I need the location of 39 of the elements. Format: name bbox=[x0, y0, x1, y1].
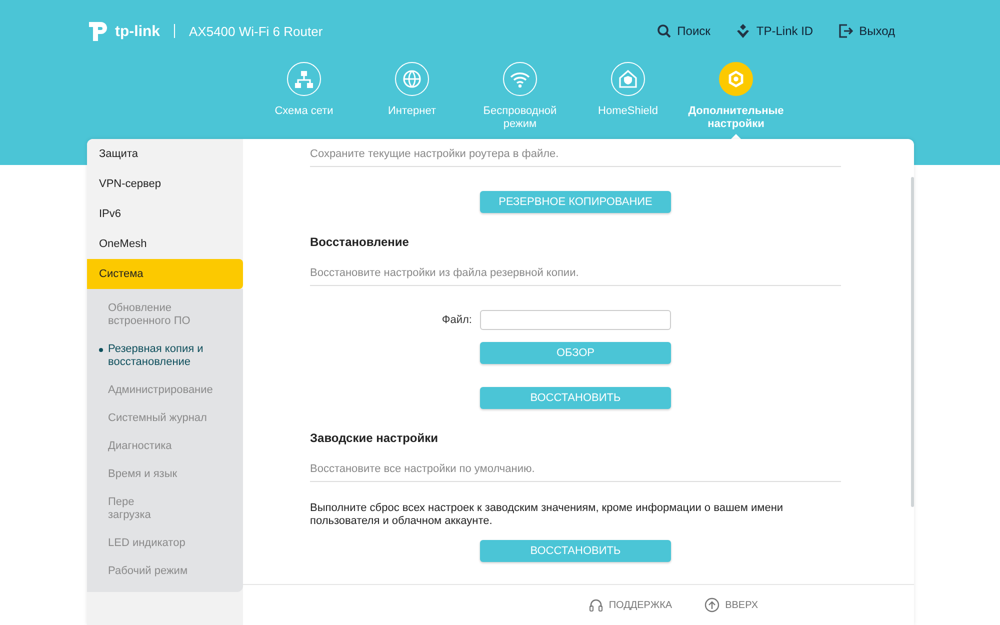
submenu-item[interactable]: Резервная копия и восстановление bbox=[87, 336, 243, 377]
action-button[interactable]: РЕЗЕРВНОЕ КОПИРОВАНИЕ bbox=[480, 191, 671, 213]
file-field[interactable] bbox=[480, 310, 671, 330]
section-title: Восстановление bbox=[310, 235, 410, 249]
header-link[interactable]: Выход bbox=[839, 24, 895, 38]
header-link[interactable]: TP-Link ID bbox=[736, 24, 814, 38]
logo-icon bbox=[87, 20, 109, 42]
section-description: Сохраните текущие настройки роутера в файле. bbox=[310, 148, 841, 167]
submenu-item[interactable]: Обновление встроенного ПО bbox=[87, 295, 243, 336]
submenu-item[interactable]: Диагностика bbox=[87, 433, 243, 461]
scrollbar[interactable] bbox=[911, 177, 914, 507]
sidebar-item[interactable]: Защита bbox=[87, 139, 243, 169]
footer-link[interactable]: ПОДДЕРЖКА bbox=[582, 596, 678, 614]
action-button[interactable]: ОБЗОР bbox=[480, 342, 671, 364]
sidebar-item[interactable]: Система bbox=[87, 259, 243, 289]
reset-note: Выполните сброс всех настроек к заводским значениям, кроме информации о вашем имени пользователя и облачном аккаунте. bbox=[310, 502, 784, 528]
arrow-up-icon bbox=[704, 597, 720, 613]
sidebar-item[interactable]: VPN-сервер bbox=[87, 169, 243, 199]
sidebar-item[interactable]: IPv6 bbox=[87, 199, 243, 229]
submenu-item[interactable]: Рабочий режим bbox=[87, 558, 243, 586]
submenu-item[interactable]: LED индикатор bbox=[87, 530, 243, 558]
headset-icon bbox=[588, 597, 604, 613]
submenu-item[interactable]: Системный журнал bbox=[87, 405, 243, 433]
field-label: Файл: bbox=[440, 314, 472, 326]
sidebar-item[interactable]: OneMesh bbox=[87, 229, 243, 259]
header-link[interactable]: Поиск bbox=[657, 24, 710, 38]
submenu-item[interactable]: Пере загрузка bbox=[87, 489, 243, 530]
submenu-item[interactable]: Администрирование bbox=[87, 377, 243, 405]
section-title: Заводские настройки bbox=[310, 431, 439, 445]
submenu-item[interactable]: Время и язык bbox=[87, 461, 243, 489]
router-model: AX5400 Wi-Fi 6 Router bbox=[189, 24, 323, 38]
action-button[interactable]: ВОССТАНОВИТЬ bbox=[480, 540, 671, 562]
logout-icon bbox=[839, 24, 854, 38]
section-description: Восстановите все настройки по умолчанию. bbox=[310, 463, 841, 482]
footer-link[interactable]: ВВЕРХ bbox=[698, 596, 764, 614]
section-description: Восстановите настройки из файла резервной копии. bbox=[310, 267, 841, 286]
action-button[interactable]: ВОССТАНОВИТЬ bbox=[480, 387, 671, 409]
search-icon bbox=[657, 24, 672, 38]
brand-name: tp-link bbox=[115, 22, 160, 40]
